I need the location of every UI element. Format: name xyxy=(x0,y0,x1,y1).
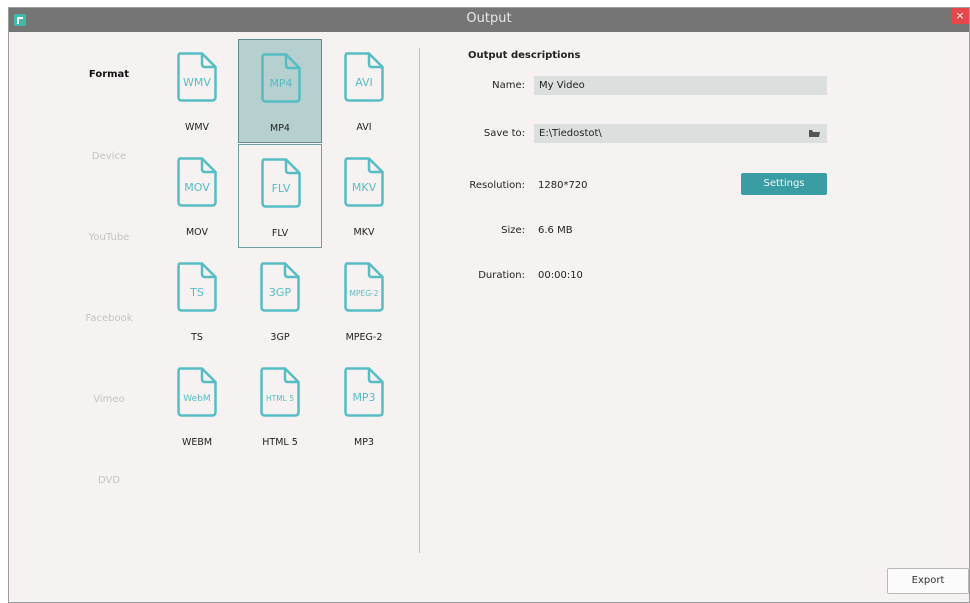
file-icon-text: MOV xyxy=(184,181,210,194)
resolution-label: Resolution: xyxy=(469,180,525,191)
category-vimeo[interactable]: Vimeo xyxy=(69,394,149,405)
file-format-icon: HTML 5 xyxy=(260,367,300,417)
format-tile-webm[interactable]: WebM WEBM xyxy=(155,354,239,458)
format-label: AVI xyxy=(356,122,372,133)
file-icon-text: FLV xyxy=(272,182,291,195)
format-label: HTML 5 xyxy=(262,437,298,448)
folder-icon[interactable] xyxy=(809,129,820,137)
duration-value: 00:00:10 xyxy=(538,270,583,281)
divider xyxy=(419,48,420,553)
file-icon-text: WebM xyxy=(183,394,210,404)
file-icon-text: AVI xyxy=(355,76,373,89)
file-icon-text: 3GP xyxy=(269,286,292,299)
file-format-icon: TS xyxy=(177,262,217,312)
format-label: TS xyxy=(191,332,203,343)
file-icon-text: WMV xyxy=(183,76,211,89)
category-dvd[interactable]: DVD xyxy=(69,475,149,486)
format-tile-wmv[interactable]: WMV WMV xyxy=(155,39,239,143)
format-label: WMV xyxy=(184,122,210,133)
duration-label: Duration: xyxy=(478,270,525,281)
category-youtube[interactable]: YouTube xyxy=(69,232,149,243)
format-label: WEBM xyxy=(181,437,213,448)
save-to-path: E:\Tiedostot\ xyxy=(539,128,602,139)
window-title: Output xyxy=(466,11,512,26)
file-format-icon: WebM xyxy=(177,367,217,417)
file-icon-text: MP3 xyxy=(352,391,375,404)
format-tile-avi[interactable]: AVI AVI xyxy=(322,39,406,143)
format-tile-3gp[interactable]: 3GP 3GP xyxy=(238,249,322,353)
category-format[interactable]: Format xyxy=(69,69,149,80)
close-button[interactable]: × xyxy=(951,8,969,24)
format-label: MP3 xyxy=(354,437,374,448)
format-label: 3GP xyxy=(270,332,290,343)
save-to-field[interactable]: E:\Tiedostot\ xyxy=(534,124,827,143)
format-tile-flv[interactable]: FLV FLV xyxy=(238,144,322,248)
resolution-value: 1280*720 xyxy=(538,180,588,191)
category-facebook[interactable]: Facebook xyxy=(69,313,149,324)
format-label: MPEG-2 xyxy=(345,332,383,343)
save-to-label: Save to: xyxy=(483,128,525,139)
file-format-icon: MOV xyxy=(177,157,217,207)
name-field[interactable]: My Video xyxy=(534,76,827,95)
format-tile-ts[interactable]: TS TS xyxy=(155,249,239,353)
file-icon-text: MPEG-2 xyxy=(349,289,378,298)
format-label: FLV xyxy=(271,228,289,239)
format-label: MKV xyxy=(353,227,375,238)
file-format-icon: MPEG-2 xyxy=(344,262,384,312)
format-tile-html-5[interactable]: HTML 5 HTML 5 xyxy=(238,354,322,458)
output-window: Output × Format Device YouTube Facebook Vime… xyxy=(8,7,970,603)
file-format-icon: MP3 xyxy=(344,367,384,417)
file-format-icon: AVI xyxy=(344,52,384,102)
file-icon-text: MP4 xyxy=(269,77,292,90)
size-value: 6.6 MB xyxy=(538,225,573,236)
category-device[interactable]: Device xyxy=(69,151,149,162)
format-tile-mkv[interactable]: MKV MKV xyxy=(322,144,406,248)
format-tile-mpeg-2[interactable]: MPEG-2 MPEG-2 xyxy=(322,249,406,353)
output-descriptions-heading: Output descriptions xyxy=(468,50,581,61)
file-icon-text: MKV xyxy=(352,181,377,194)
format-tile-mov[interactable]: MOV MOV xyxy=(155,144,239,248)
format-label: MP4 xyxy=(270,123,290,134)
file-format-icon: WMV xyxy=(177,52,217,102)
size-label: Size: xyxy=(501,225,525,236)
format-tile-mp3[interactable]: MP3 MP3 xyxy=(322,354,406,458)
file-format-icon: MKV xyxy=(344,157,384,207)
export-button[interactable]: Export xyxy=(887,568,969,594)
name-label: Name: xyxy=(492,80,525,91)
settings-button[interactable]: Settings xyxy=(741,173,827,195)
file-format-icon: FLV xyxy=(261,158,301,208)
file-icon-text: TS xyxy=(189,286,204,299)
title-bar: Output × xyxy=(9,8,969,32)
format-tile-mp4[interactable]: MP4 MP4 xyxy=(238,39,322,143)
file-icon-text: HTML 5 xyxy=(266,394,294,403)
format-label: MOV xyxy=(185,227,208,238)
file-format-icon: MP4 xyxy=(261,53,301,103)
file-format-icon: 3GP xyxy=(260,262,300,312)
